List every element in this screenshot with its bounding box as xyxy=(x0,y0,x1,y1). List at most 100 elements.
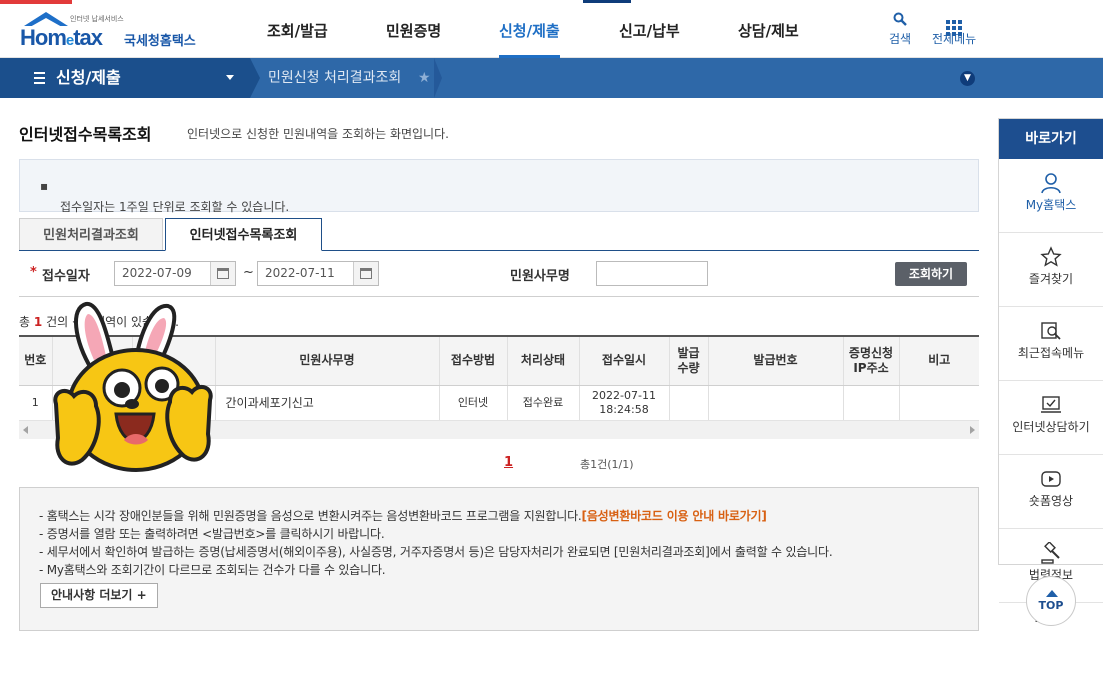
section-menu-toggle[interactable]: 신청/제출 xyxy=(0,58,250,98)
cell-status: 접수완료 xyxy=(507,385,580,422)
col-note: 비고 xyxy=(899,335,979,386)
guide-line-4: - My홈택스와 조회기간이 다르므로 조회되는 건수가 다를 수 있습니다. xyxy=(39,563,386,577)
more-guide-button[interactable]: 안내사항 더보기 + xyxy=(40,583,158,608)
calendar-icon[interactable] xyxy=(210,262,235,285)
search-label: 검색 xyxy=(889,32,912,46)
play-icon xyxy=(999,468,1103,490)
hamburger-icon xyxy=(34,72,46,84)
top-accent-navy xyxy=(583,0,631,3)
bunny-mascot-icon xyxy=(52,300,214,478)
tab-civil-result[interactable]: 민원처리결과조회 xyxy=(19,218,163,251)
date-from-value: 2022-07-09 xyxy=(122,266,192,280)
quick-my-hometax-label: My홈택스 xyxy=(1025,198,1077,212)
cell-received-at: 2022-07-11 18:24:58 xyxy=(579,385,670,422)
quick-favorites[interactable]: 즐겨찾기 xyxy=(999,246,1103,307)
arrow-up-icon xyxy=(1046,590,1058,597)
logo-agency-name: 국세청홈택스 xyxy=(124,34,196,49)
quick-menu: 바로가기 My홈택스 즐겨찾기 최근접속메뉴 인터넷상담하기 숏폼영상 법령정보 xyxy=(998,118,1103,624)
cell-note xyxy=(899,385,979,422)
breadcrumb-current[interactable]: 민원신청 처리결과조회 xyxy=(268,58,401,98)
gavel-icon xyxy=(999,541,1103,564)
global-header: 인터넷 납세서비스 Hometax 국세청홈택스 조회/발급 민원증명 신청/제… xyxy=(0,4,1103,58)
quick-recent-menu-label: 최근접속메뉴 xyxy=(1017,346,1085,360)
page-summary: 총1건(1/1) xyxy=(580,458,634,471)
col-number: 번호 xyxy=(19,335,53,386)
grid-menu-icon xyxy=(932,12,976,36)
scroll-left-icon[interactable] xyxy=(23,426,28,434)
cell-method: 인터넷 xyxy=(439,385,508,422)
all-menu-button[interactable]: 전체메뉴 xyxy=(932,12,976,47)
col-office-name: 민원사무명 xyxy=(215,335,440,386)
quick-favorites-label: 즐겨찾기 xyxy=(1028,272,1074,286)
recent-search-icon xyxy=(999,320,1103,342)
guide-line-1-text: - 홈택스는 시각 장애인분들을 위해 민원증명을 음성으로 변환시켜주는 음성… xyxy=(39,509,582,523)
scroll-right-icon[interactable] xyxy=(970,426,975,434)
menu-application-submit[interactable]: 신청/제출 xyxy=(499,4,560,58)
menu-report-payment[interactable]: 신고/납부 xyxy=(619,4,680,58)
date-from-field[interactable]: 2022-07-09 xyxy=(114,261,236,286)
person-icon xyxy=(999,172,1103,194)
notice-box: ▪ 접수일자는 1주일 단위로 조회할 수 있습니다. xyxy=(19,159,979,214)
breadcrumb-separator xyxy=(250,58,260,98)
date-to-field[interactable]: 2022-07-11 xyxy=(257,261,379,286)
cell-ip xyxy=(843,385,900,422)
cell-issue-no[interactable] xyxy=(708,385,844,422)
guide-box: - 홈택스는 시각 장애인분들을 위해 민원증명을 음성으로 변환시켜주는 음성… xyxy=(19,487,979,631)
guide-line-3: - 세무서에서 확인하여 발급하는 증명(납세증명서(해외이주용), 사실증명,… xyxy=(39,545,833,559)
section-title: 신청/제출 xyxy=(56,68,121,87)
result-count-prefix: 총 xyxy=(19,315,31,329)
col-received-at: 접수일시 xyxy=(579,335,670,386)
logo-tagline: 인터넷 납세서비스 xyxy=(70,15,124,23)
breadcrumb-separator-2 xyxy=(434,58,442,98)
caret-down-icon xyxy=(226,75,234,80)
quick-menu-header: 바로가기 xyxy=(999,119,1103,159)
guide-line-1: - 홈택스는 시각 장애인분들을 위해 민원증명을 음성으로 변환시켜주는 음성… xyxy=(39,507,767,524)
laptop-icon xyxy=(999,394,1103,416)
col-ip: 증명신청 IP주소 xyxy=(843,335,900,386)
cell-issue-qty xyxy=(669,385,709,422)
logo-wordmark: Hometax xyxy=(20,25,103,50)
col-status: 처리상태 xyxy=(507,335,580,386)
cell-number: 1 xyxy=(19,385,53,422)
tab-internet-receipt-list[interactable]: 인터넷접수목록조회 xyxy=(165,218,322,251)
quick-recent-menu[interactable]: 최근접속메뉴 xyxy=(999,320,1103,381)
barcode-guide-link[interactable]: [음성변환바코드 이용 안내 바로가기] xyxy=(582,509,767,523)
col-issue-no: 발급번호 xyxy=(708,335,844,386)
scroll-top-button[interactable]: TOP xyxy=(1026,576,1076,626)
page-description: 인터넷으로 신청한 민원내역을 조회하는 화면입니다. xyxy=(187,127,449,141)
col-issue-qty: 발급 수량 xyxy=(669,335,709,386)
quick-my-hometax[interactable]: My홈택스 xyxy=(999,172,1103,233)
menu-consult-report[interactable]: 상담/제보 xyxy=(738,4,799,58)
quick-internet-consult[interactable]: 인터넷상담하기 xyxy=(999,394,1103,455)
search-icon xyxy=(889,12,911,30)
quick-short-video[interactable]: 숏폼영상 xyxy=(999,468,1103,529)
required-mark: * xyxy=(30,265,37,280)
quick-internet-consult-label: 인터넷상담하기 xyxy=(1012,420,1090,434)
favorite-star-icon[interactable]: ★ xyxy=(418,58,431,98)
page-title: 인터넷접수목록조회 xyxy=(19,125,152,144)
all-menu-label: 전체메뉴 xyxy=(932,32,977,46)
date-label: 접수일자 xyxy=(42,269,90,284)
star-icon xyxy=(999,246,1103,268)
menu-inquiry-issue[interactable]: 조회/발급 xyxy=(267,4,328,58)
date-range-tilde: ~ xyxy=(243,265,254,280)
guide-line-2: - 증명서를 열람 또는 출력하려면 <발급번호>를 클릭하시기 바랍니다. xyxy=(39,527,385,541)
hometax-logo[interactable]: 인터넷 납세서비스 Hometax 국세청홈택스 xyxy=(18,12,208,54)
col-method: 접수방법 xyxy=(439,335,508,386)
menu-civil-certificate[interactable]: 민원증명 xyxy=(386,4,441,58)
cell-office-name: 간이과세포기신고 xyxy=(215,385,440,422)
cell-date: 2022-07-11 xyxy=(592,389,656,402)
calendar-icon[interactable] xyxy=(353,262,378,285)
result-count-number: 1 xyxy=(33,315,43,329)
section-bar: 신청/제출 민원신청 처리결과조회 ★ ▼ xyxy=(0,58,1103,98)
notice-text: ▪ 접수일자는 1주일 단위로 조회할 수 있습니다. xyxy=(40,179,290,214)
expand-breadcrumb-icon[interactable]: ▼ xyxy=(960,71,975,86)
office-name-input[interactable] xyxy=(596,261,708,286)
search-submit-button[interactable]: 조회하기 xyxy=(895,262,967,286)
search-button[interactable]: 검색 xyxy=(889,12,911,47)
scroll-top-label: TOP xyxy=(1038,599,1064,612)
search-form: * 접수일자 2022-07-09 ~ 2022-07-11 민원사무명 조회하… xyxy=(19,251,979,297)
page-link-current[interactable]: 1 xyxy=(504,455,513,470)
office-name-label: 민원사무명 xyxy=(510,269,570,284)
quick-short-video-label: 숏폼영상 xyxy=(1028,494,1074,508)
